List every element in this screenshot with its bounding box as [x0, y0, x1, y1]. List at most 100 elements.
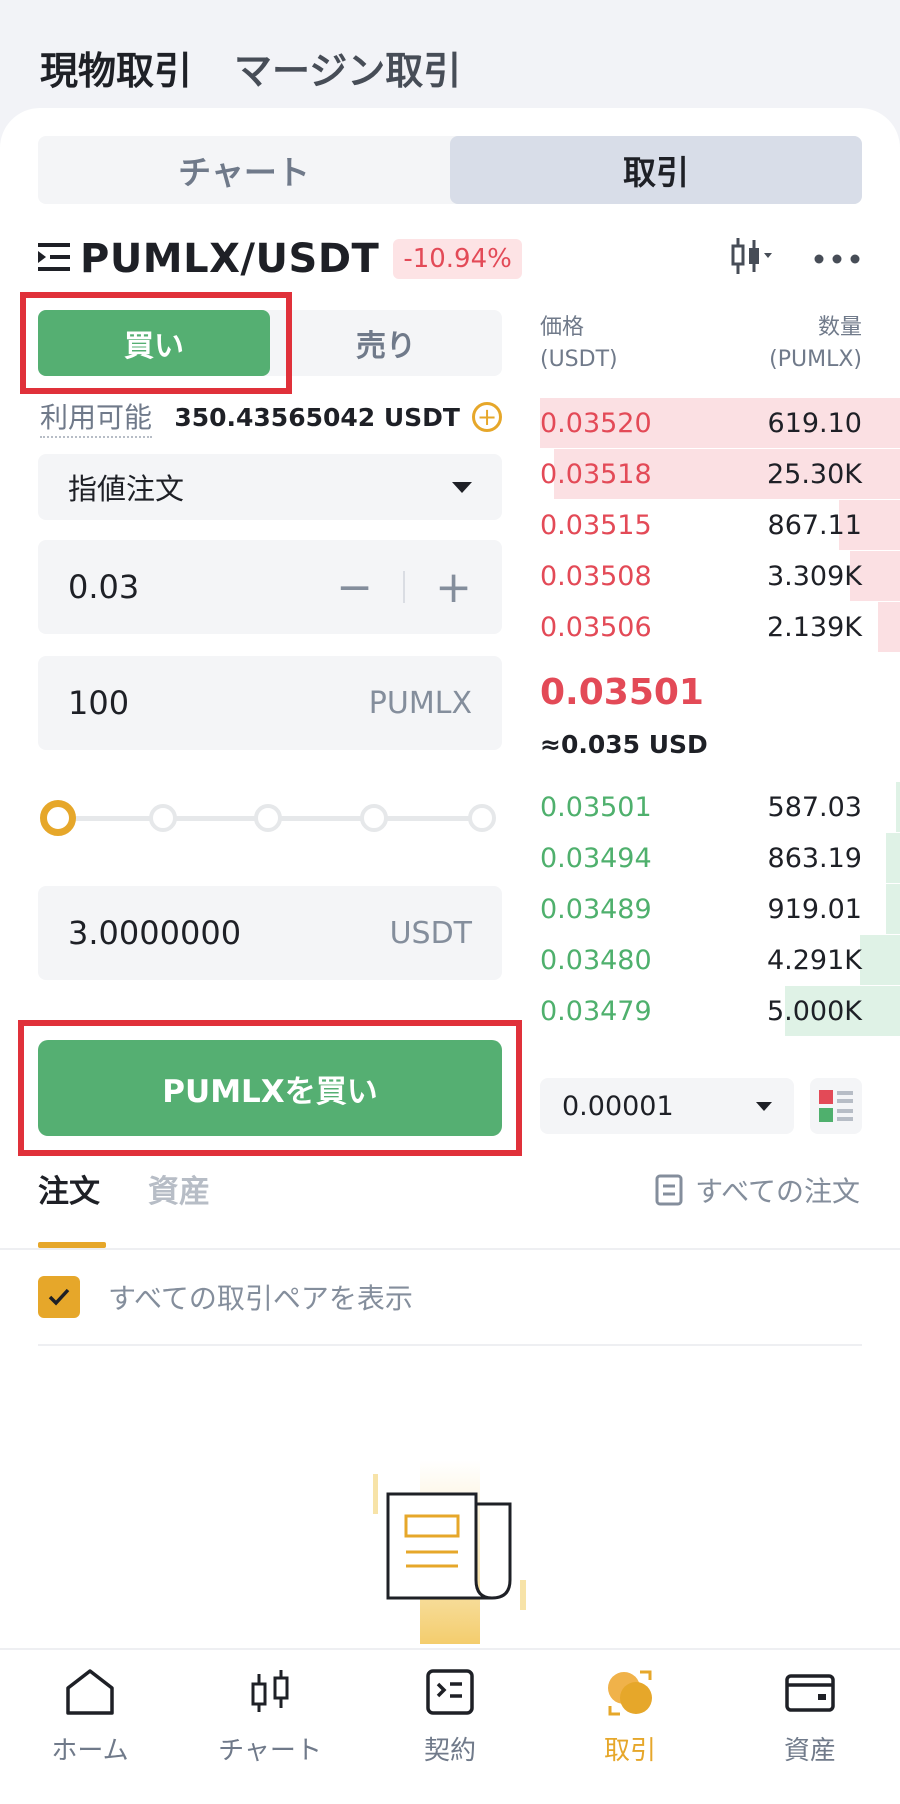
- ask-depth-bar: [878, 602, 900, 652]
- last-price[interactable]: 0.03501: [540, 672, 704, 713]
- precision-select[interactable]: 0.00001: [540, 1078, 794, 1134]
- price-header: 価格: [540, 315, 585, 340]
- candlestick-icon[interactable]: [730, 236, 774, 280]
- bid-price: 0.03479: [540, 995, 652, 1027]
- view-segment: チャート 取引: [38, 136, 862, 204]
- quantity-input[interactable]: 100 PUMLX: [38, 656, 502, 750]
- slider-step-100[interactable]: [468, 804, 496, 832]
- total-input[interactable]: 3.0000000 USDT: [38, 886, 502, 980]
- bid-depth-bar: [896, 782, 900, 832]
- change-badge: -10.94%: [393, 239, 522, 279]
- plus-icon[interactable]: +: [435, 562, 472, 613]
- segment-chart[interactable]: チャート: [38, 136, 450, 204]
- minus-icon[interactable]: −: [336, 562, 373, 613]
- sell-tab[interactable]: 売り: [270, 310, 502, 376]
- price-unit: (USDT): [540, 347, 618, 372]
- slider-step-25[interactable]: [149, 804, 177, 832]
- tab-orders[interactable]: 注文: [38, 1166, 100, 1211]
- qty-unit: (PUMLX): [769, 347, 862, 372]
- bid-price: 0.03480: [540, 944, 652, 976]
- market-type-tabs: 現物取引 マージン取引: [40, 40, 461, 95]
- wallet-icon: [785, 1674, 835, 1712]
- amount-slider[interactable]: [40, 800, 496, 836]
- tab-margin-trading[interactable]: マージン取引: [234, 40, 461, 95]
- total-unit: USDT: [389, 915, 472, 951]
- tab-assets[interactable]: 資産: [148, 1166, 210, 1211]
- plus-circle-icon[interactable]: +: [472, 402, 502, 432]
- nav-chart-label: チャート: [218, 1736, 322, 1766]
- slider-step-50[interactable]: [254, 804, 282, 832]
- ask-price: 0.03518: [540, 458, 652, 490]
- segment-trade[interactable]: 取引: [450, 136, 862, 204]
- orders-tabs: 注文 資産: [38, 1166, 210, 1211]
- nav-home[interactable]: ホーム: [0, 1650, 180, 1804]
- bottom-nav: ホーム チャート 契約 取引 資産: [0, 1648, 900, 1804]
- bid-row[interactable]: 0.03489 919.01: [540, 884, 900, 934]
- show-all-pairs-checkbox[interactable]: [38, 1276, 80, 1318]
- nav-trade-label: 取引: [603, 1736, 656, 1766]
- nav-chart[interactable]: チャート: [180, 1650, 360, 1804]
- nav-futures[interactable]: 契約: [360, 1650, 540, 1804]
- divider: [38, 1344, 862, 1346]
- home-icon: [66, 1669, 114, 1715]
- orderbook-header: 価格 (USDT) 数量 (PUMLX): [540, 312, 862, 376]
- slider-step-75[interactable]: [360, 804, 388, 832]
- bid-row[interactable]: 0.03479 5.000K: [540, 986, 900, 1036]
- ask-qty: 2.139K: [766, 611, 862, 643]
- bid-price: 0.03494: [540, 842, 652, 874]
- order-type-value: 指値注文: [68, 472, 185, 506]
- bid-depth-bar: [886, 884, 900, 934]
- ask-price: 0.03515: [540, 509, 652, 541]
- ask-row[interactable]: 0.03508 3.309K: [540, 551, 900, 601]
- show-all-pairs-label: すべての取引ペアを表示: [108, 1282, 413, 1315]
- bid-row[interactable]: 0.03480 4.291K: [540, 935, 900, 985]
- empty-orders-icon: [373, 1460, 526, 1644]
- ask-row[interactable]: 0.03520 619.10: [540, 398, 900, 448]
- available-balance: 利用可能 350.43565042 USDT +: [40, 396, 502, 438]
- nav-home-label: ホーム: [51, 1736, 129, 1766]
- highlight-frame-buy-tab: [20, 292, 292, 394]
- ask-qty: 619.10: [767, 407, 862, 439]
- nav-trade[interactable]: 取引: [540, 1650, 720, 1804]
- bid-qty: 4.291K: [766, 944, 862, 976]
- tab-spot-trading[interactable]: 現物取引: [40, 40, 192, 95]
- all-orders-link[interactable]: すべての注文: [655, 1170, 860, 1210]
- ask-row[interactable]: 0.03515 867.11: [540, 500, 900, 550]
- qty-header: 数量: [817, 315, 862, 340]
- nav-futures-label: 契約: [423, 1736, 476, 1766]
- caret-down-icon: [452, 481, 472, 493]
- show-all-pairs-row[interactable]: すべての取引ペアを表示: [38, 1276, 413, 1318]
- futures-icon: [426, 1669, 474, 1715]
- order-type-select[interactable]: 指値注文: [38, 454, 502, 520]
- nav-assets[interactable]: 資産: [720, 1650, 900, 1804]
- available-value: 350.43565042 USDT: [174, 402, 460, 432]
- candlestick-icon: [251, 1670, 289, 1712]
- total-value: 3.0000000: [68, 914, 242, 952]
- more-icon[interactable]: [814, 249, 860, 268]
- pair-name[interactable]: PUMLX/USDT: [80, 236, 379, 282]
- menu-icon[interactable]: [38, 242, 70, 276]
- ask-row[interactable]: 0.03518 25.30K: [540, 449, 900, 499]
- ask-qty: 3.309K: [766, 560, 862, 592]
- bid-qty: 5.000K: [766, 995, 862, 1027]
- ask-qty: 25.30K: [766, 458, 862, 490]
- bid-row[interactable]: 0.03501 587.03: [540, 782, 900, 832]
- quantity-unit: PUMLX: [368, 685, 472, 721]
- ask-row[interactable]: 0.03506 2.139K: [540, 602, 900, 652]
- bid-row[interactable]: 0.03494 863.19: [540, 833, 900, 883]
- nav-assets-label: 資産: [783, 1736, 836, 1766]
- available-label: 利用可能: [40, 396, 153, 438]
- ask-price: 0.03508: [540, 560, 652, 592]
- orderbook-layout-icon: [819, 1090, 853, 1122]
- last-price-usd: ≈0.035 USD: [540, 730, 708, 759]
- price-value: 0.03: [68, 568, 140, 606]
- bid-qty: 863.19: [767, 842, 862, 874]
- bid-qty: 587.03: [767, 791, 862, 823]
- price-stepper: − +: [336, 562, 472, 613]
- caret-down-icon: [756, 1101, 772, 1111]
- price-input[interactable]: 0.03 − +: [38, 540, 502, 634]
- check-icon: [48, 1288, 70, 1306]
- divider: [0, 1248, 900, 1250]
- slider-handle[interactable]: [40, 800, 76, 836]
- orderbook-layout-button[interactable]: [810, 1078, 862, 1134]
